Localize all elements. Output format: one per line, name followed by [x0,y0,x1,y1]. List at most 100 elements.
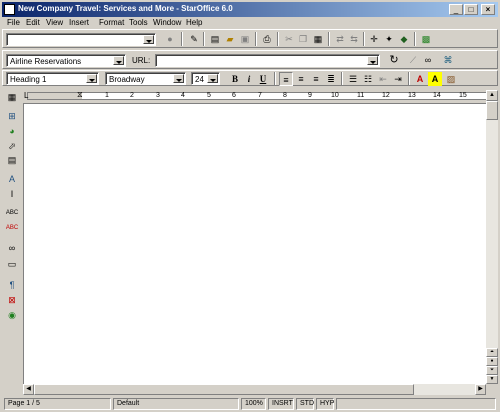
bullets-icon[interactable]: ☷ [361,72,375,86]
save-icon[interactable]: ▣ [238,32,252,46]
chevron-down-icon[interactable] [143,35,154,44]
copy-icon[interactable]: ❐ [296,32,310,46]
redo-icon[interactable]: ⇆ [347,32,361,46]
minimize-button[interactable]: _ [449,4,463,15]
print-icon[interactable]: ⎙ [260,32,274,46]
web-view-icon[interactable]: ◉ [4,309,20,322]
text-cursor-icon[interactable]: I [4,188,20,201]
menu-window[interactable]: Window [153,18,181,27]
gallery-icon[interactable]: ▩ [419,32,433,46]
ruler-label: 11 [357,92,365,99]
edit-file-icon[interactable]: ✎ [187,32,201,46]
open-folder-icon[interactable]: ▰ [223,32,237,46]
horizontal-scroll-thumb[interactable] [34,384,414,395]
paragraph-style-combo[interactable]: Heading 1 [6,72,99,85]
spellcheck-icon[interactable]: ABC [4,207,20,220]
chevron-down-icon[interactable] [207,74,218,83]
scroll-thumb[interactable] [486,101,498,120]
online-layout-icon[interactable]: ▭ [4,258,20,271]
tab-type-icon[interactable]: L [24,91,28,100]
ruler-label: 12 [382,92,390,99]
underline-button[interactable]: U [256,72,270,86]
stop-loading-icon[interactable]: ● [163,32,177,46]
document-page[interactable] [23,103,486,384]
chevron-down-icon[interactable] [86,74,97,83]
increase-indent-icon[interactable]: ⇥ [391,72,405,86]
numbering-icon[interactable]: ☰ [346,72,360,86]
background-color-icon[interactable]: ▨ [444,72,458,86]
maximize-button[interactable]: □ [464,4,478,15]
justify-icon[interactable]: ≣ [324,72,338,86]
status-page[interactable]: Page 1 / 5 [4,398,111,410]
form-functions-icon[interactable]: ▤ [4,154,20,167]
status-insert-mode[interactable]: INSRT [268,398,294,410]
vertical-scrollbar[interactable]: ▲ ⏶ ● ⏷ ▼ [486,90,498,384]
binoculars-icon[interactable]: ∞ [421,53,435,67]
cut-icon[interactable]: ✂ [282,32,296,46]
left-indent-marker[interactable]: ⧖ [77,90,83,100]
italic-button[interactable]: i [242,72,256,86]
scroll-right-icon[interactable]: ▶ [475,384,486,395]
find-replace-icon[interactable]: ∞ [4,242,20,255]
app-icon[interactable] [4,4,15,15]
hyperlink-bar: Airline Reservations URL: ↻ ⟋ ∞ ⌘ [2,50,498,69]
font-color-icon[interactable]: A [413,72,427,86]
hyperlink-dialog-icon[interactable]: ⌘ [441,53,455,67]
status-hyperlink-mode[interactable]: HYP [316,398,334,410]
undo-icon[interactable]: ⇄ [333,32,347,46]
chevron-down-icon[interactable] [367,56,378,65]
text-animation-icon[interactable]: A [4,173,20,186]
align-right-icon[interactable]: ≡ [309,72,323,86]
load-url-combo[interactable] [6,33,156,46]
next-page-icon[interactable]: ⏷ [486,366,498,375]
new-document-icon[interactable]: ▤ [208,32,222,46]
menu-file[interactable]: File [7,18,20,27]
font-name-combo[interactable]: Broadway [105,72,186,85]
hide-images-icon[interactable]: ⊠ [4,294,20,307]
link-icon[interactable]: ⟋ [406,53,420,67]
url-input-combo[interactable] [155,54,380,67]
close-button[interactable]: × [481,4,495,15]
data-sources-icon[interactable]: ◆ [397,32,411,46]
hyperlink-name-combo[interactable]: Airline Reservations [6,54,126,67]
align-center-icon[interactable]: ≡ [294,72,308,86]
ruler-label: 9 [308,92,312,99]
reload-icon[interactable]: ↻ [387,53,401,67]
insert-fields-icon[interactable]: ⊞ [4,110,20,123]
align-left-icon[interactable]: ≡ [279,72,293,86]
scroll-down-icon[interactable]: ▼ [486,375,498,384]
insert-table-icon[interactable]: ▦ [4,91,20,104]
chevron-down-icon[interactable] [173,74,184,83]
paste-icon[interactable]: ▦ [311,32,325,46]
ruler-label: 14 [433,92,441,99]
menu-tools[interactable]: Tools [129,18,148,27]
menu-format[interactable]: Format [99,18,124,27]
menu-insert[interactable]: Insert [69,18,89,27]
menu-help[interactable]: Help [186,18,202,27]
draw-functions-icon[interactable]: ⬀ [4,140,20,153]
ruler-label: 8 [283,92,287,99]
scroll-left-icon[interactable]: ◀ [23,384,34,395]
highlight-icon[interactable]: A [428,72,442,86]
status-zoom[interactable]: 100% [241,398,266,410]
decrease-indent-icon[interactable]: ⇤ [376,72,390,86]
navigator-icon[interactable]: ✛ [367,32,381,46]
ruler-label: 3 [156,92,160,99]
horizontal-ruler[interactable]: L ⧖ 1 2 3 4 5 6 7 8 9 10 11 12 13 14 15 [23,90,487,102]
menu-view[interactable]: View [46,18,63,27]
status-page-style[interactable]: Default [113,398,239,410]
previous-page-icon[interactable]: ⏶ [486,348,498,357]
stylist-icon[interactable]: ✦ [382,32,396,46]
font-size-combo[interactable]: 24 [191,72,220,85]
url-label: URL: [132,56,151,65]
auto-spellcheck-icon[interactable]: ABC [4,222,20,235]
scroll-up-icon[interactable]: ▲ [486,90,498,101]
chevron-down-icon[interactable] [113,56,124,65]
nonprinting-characters-icon[interactable]: ¶ [4,279,20,292]
status-selection-mode[interactable]: STD [296,398,314,410]
insert-objects-icon[interactable]: ◕ [4,125,20,138]
bold-button[interactable]: B [228,72,242,86]
horizontal-scrollbar[interactable]: ◀ ▶ [23,384,486,395]
menu-edit[interactable]: Edit [26,18,40,27]
navigation-icon[interactable]: ● [486,357,498,366]
